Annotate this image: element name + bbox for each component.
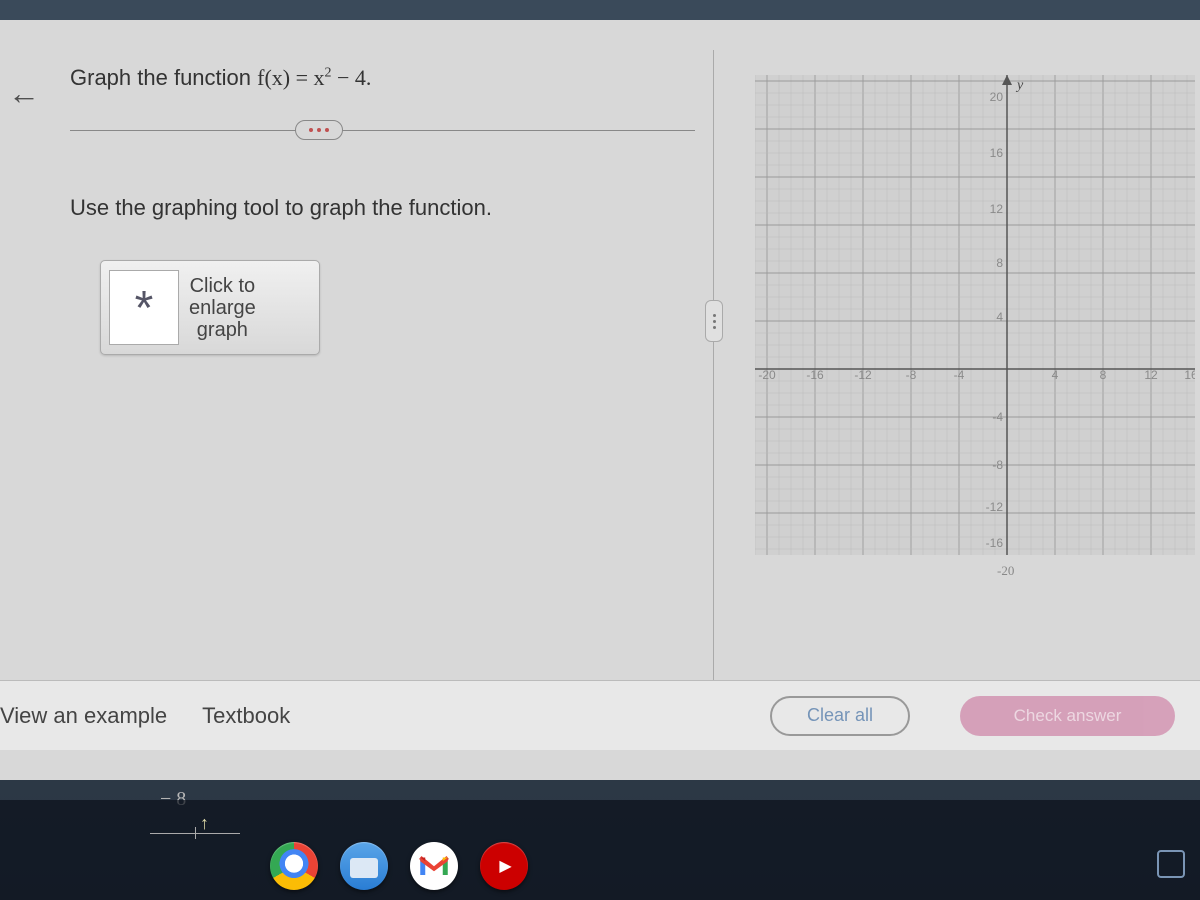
svg-text:-4: -4 [954, 368, 965, 382]
y-tick-neg20: -20 [997, 563, 1014, 579]
view-example-link[interactable]: View an example [0, 703, 167, 729]
graph-grid[interactable]: y -20 -16 -12 -8 -4 4 8 12 16 20 16 [755, 75, 1195, 555]
svg-text:-8: -8 [906, 368, 917, 382]
svg-text:-12: -12 [854, 368, 872, 382]
system-tray[interactable] [1157, 850, 1185, 878]
gmail-icon[interactable] [410, 842, 458, 890]
svg-text:-20: -20 [758, 368, 776, 382]
number-line-widget: ↑ [130, 805, 250, 840]
svg-text:-4: -4 [992, 410, 1003, 424]
svg-text:-12: -12 [986, 500, 1004, 514]
question-text: Graph the function f(x) = x2 − 4. [70, 65, 710, 91]
svg-text:-16: -16 [806, 368, 824, 382]
footer-bar: View an example Textbook Clear all Check… [0, 680, 1200, 750]
clear-all-button[interactable]: Clear all [770, 696, 910, 736]
svg-text:-8: -8 [992, 458, 1003, 472]
svg-text:16: 16 [1184, 368, 1195, 382]
svg-text:8: 8 [1100, 368, 1107, 382]
svg-text:12: 12 [990, 202, 1004, 216]
enlarge-graph-button[interactable]: Click to enlarge graph [100, 260, 320, 355]
textbook-link[interactable]: Textbook [202, 703, 290, 729]
more-options-pill[interactable] [295, 120, 343, 140]
pane-resizer-handle[interactable] [705, 300, 723, 342]
back-arrow-icon[interactable]: ← [8, 75, 40, 112]
svg-text:-16: -16 [986, 536, 1004, 550]
coordinate-plane[interactable]: y -20 -16 -12 -8 -4 4 8 12 16 20 16 [755, 75, 1195, 555]
svg-text:16: 16 [990, 146, 1004, 160]
check-answer-button: Check answer [960, 696, 1175, 736]
equation: f(x) = x2 − 4. [257, 65, 371, 90]
files-icon[interactable] [340, 842, 388, 890]
question-prefix: Graph the function [70, 65, 257, 90]
svg-text:8: 8 [996, 256, 1003, 270]
graph-thumbnail-icon [109, 270, 179, 345]
svg-text:4: 4 [996, 310, 1003, 324]
svg-text:20: 20 [990, 90, 1004, 104]
instruction-text: Use the graphing tool to graph the funct… [70, 195, 670, 221]
enlarge-graph-label: Click to enlarge graph [189, 275, 256, 341]
arrow-up-icon: ↑ [200, 813, 209, 834]
section-divider [70, 130, 695, 131]
os-taskbar: ↑ [0, 800, 1200, 900]
svg-text:12: 12 [1144, 368, 1158, 382]
exercise-panel: ← Graph the function f(x) = x2 − 4. Use … [0, 20, 1200, 780]
tray-app-icon[interactable] [1157, 850, 1185, 878]
svg-text:y: y [1015, 78, 1024, 93]
app-dock [270, 842, 528, 890]
vertical-divider [713, 50, 714, 710]
youtube-icon[interactable] [480, 842, 528, 890]
svg-text:4: 4 [1052, 368, 1059, 382]
graphing-tool[interactable]: y -20 -16 -12 -8 -4 4 8 12 16 20 16 [755, 75, 1195, 585]
chrome-icon[interactable] [270, 842, 318, 890]
